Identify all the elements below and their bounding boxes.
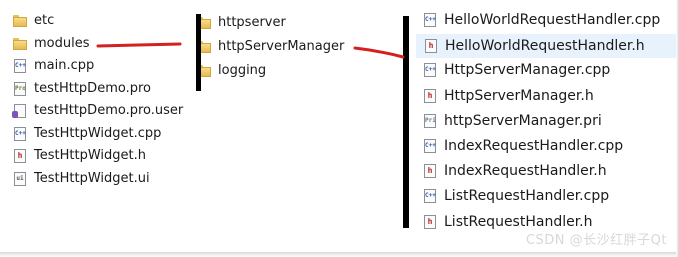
file-icon-glyph: C++ (424, 189, 436, 204)
file-list-item[interactable]: etc (12, 10, 187, 32)
cpp-file-icon: C++ (422, 138, 438, 154)
file-name-label: ListRequestHandler.cpp (444, 188, 610, 205)
ui-file-icon: ui (12, 171, 28, 187)
file-list-item[interactable]: h IndexRequestHandler.h (416, 160, 674, 182)
file-name-label: httpServerManager (218, 39, 345, 54)
file-icon-glyph: h (424, 88, 436, 103)
file-list-item[interactable]: C++ ListRequestHandler.cpp (416, 185, 674, 207)
file-icon-glyph (12, 104, 26, 118)
file-icon-glyph: h (424, 214, 436, 229)
watermark: CSDN @长沙红胖子Qt (525, 233, 667, 248)
left-folder-pane: etc modules C++ main.cpp Pro testHttpDemo.pro… (12, 0, 187, 192)
file-icon-glyph: C++ (14, 126, 26, 141)
file-name-label: TestHttpWidget.cpp (34, 125, 162, 141)
cpp-file-icon: C++ (422, 62, 438, 78)
qt-user-file-icon (12, 103, 28, 119)
folder-icon (12, 36, 28, 52)
header-file-icon: h (422, 88, 438, 104)
header-file-icon: h (423, 38, 439, 54)
file-name-label: httpserver (218, 15, 286, 30)
header-file-icon: h (12, 148, 28, 164)
file-icon-glyph: C++ (424, 13, 436, 27)
file-list-item[interactable]: C++ HelloWorldRequestHandler.cpp (416, 9, 674, 31)
file-name-label: HelloWorldRequestHandler.h (445, 38, 645, 55)
qt-pri-file-icon: Pri (422, 113, 438, 129)
file-list-item-selected[interactable]: h HelloWorldRequestHandler.h (416, 34, 676, 59)
file-icon-glyph: h (424, 164, 436, 179)
file-name-label: TestHttpWidget.ui (34, 170, 150, 186)
folder-icon (12, 13, 28, 29)
bottom-shadow-edge (0, 252, 679, 257)
file-list-item[interactable]: httpServerManager (196, 36, 386, 58)
file-icon-glyph: Pri (424, 113, 436, 128)
file-name-label: IndexRequestHandler.cpp (444, 138, 624, 154)
file-icon-glyph: C++ (14, 59, 26, 73)
file-list-item[interactable]: C++ TestHttpWidget.cpp (12, 123, 187, 145)
file-list-item[interactable]: Pro testHttpDemo.pro (12, 78, 187, 100)
file-list-item[interactable]: C++ main.cpp (12, 55, 187, 77)
file-name-label: HttpServerManager.h (444, 87, 594, 104)
file-list-item[interactable]: C++ IndexRequestHandler.cpp (416, 135, 674, 157)
file-name-label: logging (218, 63, 267, 78)
file-name-label: HelloWorldRequestHandler.cpp (444, 12, 661, 28)
file-list-item[interactable]: httpserver (196, 12, 386, 34)
file-icon-glyph: C++ (424, 63, 436, 78)
file-name-label: IndexRequestHandler.h (444, 163, 607, 180)
file-icon-glyph: C++ (424, 139, 436, 153)
file-name-label: httpServerManager.pri (444, 112, 602, 129)
file-name-label: main.cpp (34, 58, 95, 73)
black-marker-bar-middle (196, 14, 201, 91)
file-list-item[interactable]: C++ HttpServerManager.cpp (416, 59, 674, 81)
screenshot-frame: etc modules C++ main.cpp Pro testHttpDemo.pro… (0, 0, 679, 257)
file-icon-glyph: Pro (14, 81, 26, 96)
cpp-file-icon: C++ (12, 126, 28, 142)
file-icon-glyph: ui (14, 171, 26, 186)
cpp-file-icon: C++ (12, 58, 28, 74)
file-name-label: testHttpDemo.pro.user (34, 103, 184, 118)
file-list-item[interactable]: logging (196, 60, 386, 82)
file-name-label: HttpServerManager.cpp (444, 62, 611, 79)
file-name-label: TestHttpWidget.h (34, 148, 146, 163)
header-file-icon: h (422, 163, 438, 179)
cpp-file-icon: C++ (422, 12, 438, 28)
file-name-label: testHttpDemo.pro (34, 80, 151, 96)
black-marker-bar-right (403, 16, 409, 228)
qt-pro-file-icon: Pro (12, 81, 28, 97)
file-name-label: modules (34, 35, 90, 51)
cpp-file-icon: C++ (422, 188, 438, 204)
file-list-item[interactable]: h TestHttpWidget.h (12, 145, 187, 167)
file-name-label: etc (34, 13, 55, 28)
file-list-item[interactable]: h HttpServerManager.h (416, 85, 674, 107)
file-icon-glyph: h (14, 149, 26, 163)
file-list-item[interactable]: ui TestHttpWidget.ui (12, 168, 187, 190)
file-icon-glyph: h (425, 39, 437, 54)
file-list-item[interactable]: testHttpDemo.pro.user (12, 100, 187, 122)
file-list-item[interactable]: Pri httpServerManager.pri (416, 110, 674, 132)
header-file-icon: h (422, 214, 438, 230)
file-list-item[interactable]: modules (12, 33, 187, 55)
